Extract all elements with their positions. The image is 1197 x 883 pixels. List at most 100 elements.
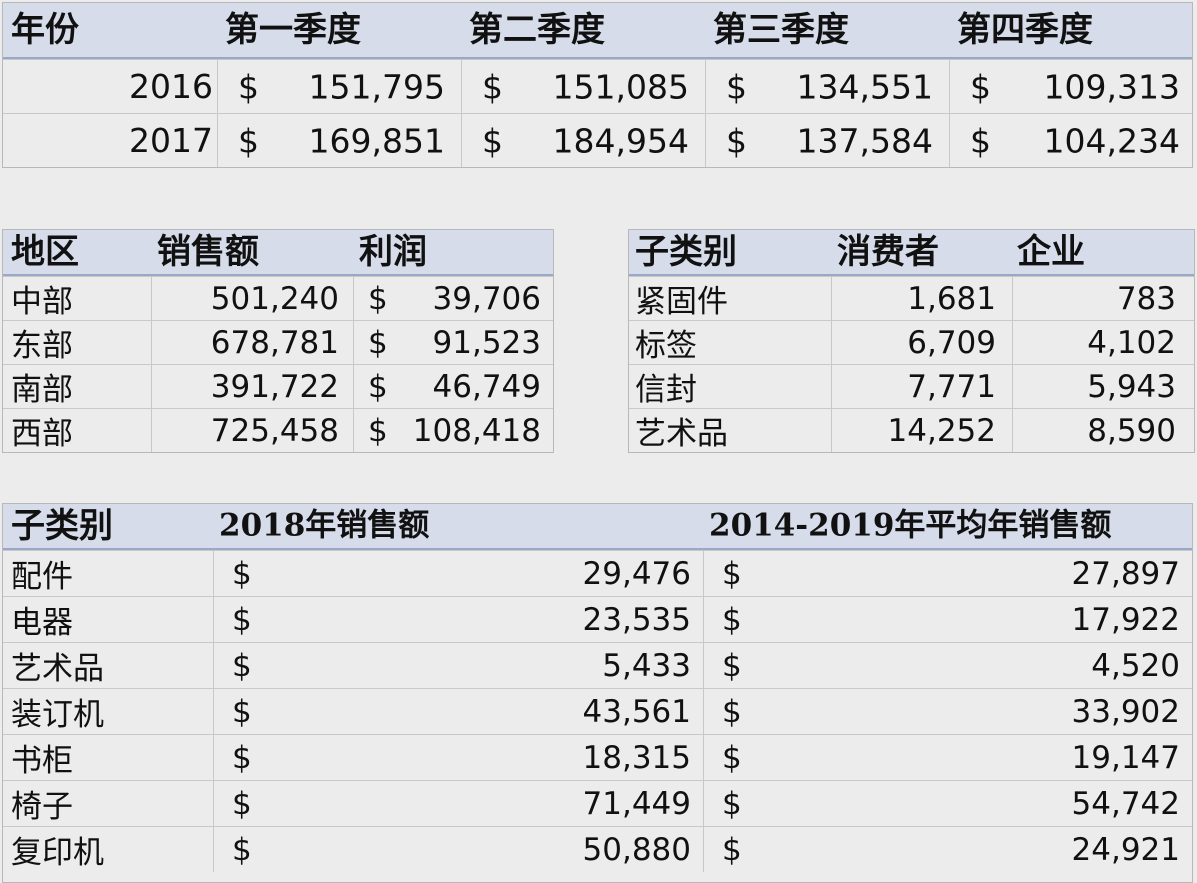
avg-sales-value: 24,921 <box>1071 831 1180 868</box>
q3-value: 134,551 <box>796 67 933 106</box>
currency-symbol: $ <box>726 121 747 160</box>
profit-cell: $ 108,418 <box>353 409 553 452</box>
avg-sales-cell: $ 33,902 <box>703 689 1192 734</box>
avg-sales-cell: $ 24,921 <box>703 827 1192 872</box>
q1-cell: $ 169,851 <box>217 114 461 167</box>
q3-cell: $ 137,584 <box>705 114 949 167</box>
currency-symbol: $ <box>970 67 991 106</box>
table-row: 复印机 $ 50,880 $ 24,921 <box>3 826 1192 872</box>
sales-2018-cell: $ 43,561 <box>213 689 703 734</box>
year-cell: 2017 <box>129 121 213 160</box>
q4-value: 104,234 <box>1043 121 1180 160</box>
subcategory-cell: 配件 <box>11 559 73 595</box>
currency-symbol: $ <box>722 693 742 730</box>
header-q2: 第二季度 <box>469 10 605 50</box>
header-row: 子类别 消费者 企业 <box>629 230 1194 276</box>
sales-cell: 501,240 <box>151 277 353 320</box>
q3-value: 137,584 <box>796 121 933 160</box>
subcategory-cell: 椅子 <box>11 789 73 825</box>
table-row: 信封 7,771 5,943 <box>629 364 1194 408</box>
avg-sales-cell: $ 54,742 <box>703 781 1192 826</box>
header-row: 子类别 2018年销售额 2014-2019年平均年销售额 <box>3 504 1192 550</box>
currency-symbol: $ <box>726 67 747 106</box>
subcategory-cell: 复印机 <box>11 835 104 871</box>
currency-symbol: $ <box>722 785 742 822</box>
year-cell: 2016 <box>129 67 213 106</box>
sales-2018-cell: $ 50,880 <box>213 827 703 872</box>
table-row: 中部 501,240 $ 39,706 <box>3 276 553 320</box>
header-sales-2018: 2018年销售额 <box>219 507 430 544</box>
avg-sales-cell: $ 27,897 <box>703 551 1192 596</box>
table-row: 艺术品 14,252 8,590 <box>629 408 1194 452</box>
subcategory-cell: 电器 <box>11 605 73 641</box>
profit-value: 46,749 <box>432 368 541 405</box>
header-subcategory: 子类别 <box>635 232 737 272</box>
header-q1: 第一季度 <box>225 10 361 50</box>
region-sales-table: 地区 销售额 利润 中部 501,240 $ 39,706 东部 678,781… <box>2 229 554 453</box>
table-row: 艺术品 $ 5,433 $ 4,520 <box>3 642 1192 688</box>
header-region: 地区 <box>11 232 79 272</box>
q1-cell: $ 151,795 <box>217 60 461 113</box>
header-enterprise: 企业 <box>1017 232 1085 272</box>
header-avg-sales: 2014-2019年平均年销售额 <box>709 507 1112 544</box>
sales-cell: 678,781 <box>151 321 353 364</box>
table-row: 椅子 $ 71,449 $ 54,742 <box>3 780 1192 826</box>
currency-symbol: $ <box>232 601 252 638</box>
currency-symbol: $ <box>232 739 252 776</box>
q2-value: 151,085 <box>552 67 689 106</box>
header-profit: 利润 <box>359 232 427 272</box>
q2-value: 184,954 <box>552 121 689 160</box>
currency-symbol: $ <box>368 368 388 405</box>
table-row: 书柜 $ 18,315 $ 19,147 <box>3 734 1192 780</box>
consumer-cell: 7,771 <box>831 365 1012 408</box>
avg-sales-value: 54,742 <box>1071 785 1180 822</box>
consumer-cell: 6,709 <box>831 321 1012 364</box>
table-row: 装订机 $ 43,561 $ 33,902 <box>3 688 1192 734</box>
sales-2018-value: 71,449 <box>582 785 691 822</box>
table-row: 东部 678,781 $ 91,523 <box>3 320 553 364</box>
currency-symbol: $ <box>722 739 742 776</box>
currency-symbol: $ <box>232 831 252 868</box>
header-year: 年份 <box>11 10 79 50</box>
sales-2018-cell: $ 71,449 <box>213 781 703 826</box>
currency-symbol: $ <box>368 324 388 361</box>
sales-cell: 391,722 <box>151 365 353 408</box>
subcategory-cell: 艺术品 <box>635 416 728 452</box>
currency-symbol: $ <box>722 601 742 638</box>
sales-2018-value: 50,880 <box>582 831 691 868</box>
sales-2018-value: 5,433 <box>602 647 691 684</box>
currency-symbol: $ <box>722 647 742 684</box>
currency-symbol: $ <box>232 647 252 684</box>
subcategory-cell: 紧固件 <box>635 284 728 320</box>
region-cell: 南部 <box>11 372 73 408</box>
currency-symbol: $ <box>232 785 252 822</box>
avg-sales-value: 27,897 <box>1071 555 1180 592</box>
enterprise-cell: 5,943 <box>1012 365 1194 408</box>
header-consumer: 消费者 <box>837 232 939 272</box>
sales-2018-value: 23,535 <box>582 601 691 638</box>
currency-symbol: $ <box>238 121 259 160</box>
profit-cell: $ 39,706 <box>353 277 553 320</box>
avg-sales-value: 33,902 <box>1071 693 1180 730</box>
profit-value: 108,418 <box>412 412 541 449</box>
currency-symbol: $ <box>368 412 388 449</box>
currency-symbol: $ <box>238 67 259 106</box>
consumer-cell: 1,681 <box>831 277 1012 320</box>
avg-sales-value: 19,147 <box>1071 739 1180 776</box>
header-q3: 第三季度 <box>713 10 849 50</box>
avg-sales-value: 17,922 <box>1071 601 1180 638</box>
q4-value: 109,313 <box>1043 67 1180 106</box>
table-row: 西部 725,458 $ 108,418 <box>3 408 553 452</box>
avg-sales-cell: $ 17,922 <box>703 597 1192 642</box>
q2-cell: $ 184,954 <box>461 114 705 167</box>
subcategory-cell: 信封 <box>635 372 697 408</box>
sales-cell: 725,458 <box>151 409 353 452</box>
enterprise-cell: 4,102 <box>1012 321 1194 364</box>
enterprise-cell: 783 <box>1012 277 1194 320</box>
table-row: 2016 $ 151,795 $ 151,085 $ 134,551 $ 109… <box>3 59 1192 113</box>
table-row: 2017 $ 169,851 $ 184,954 $ 137,584 $ 104… <box>3 113 1192 167</box>
header-subcategory: 子类别 <box>11 506 113 546</box>
subcategory-cell: 装订机 <box>11 697 104 733</box>
segment-subcategory-table: 子类别 消费者 企业 紧固件 1,681 783 标签 6,709 4,102 … <box>628 229 1195 453</box>
subcategory-sales-table: 子类别 2018年销售额 2014-2019年平均年销售额 配件 $ 29,47… <box>2 503 1193 883</box>
